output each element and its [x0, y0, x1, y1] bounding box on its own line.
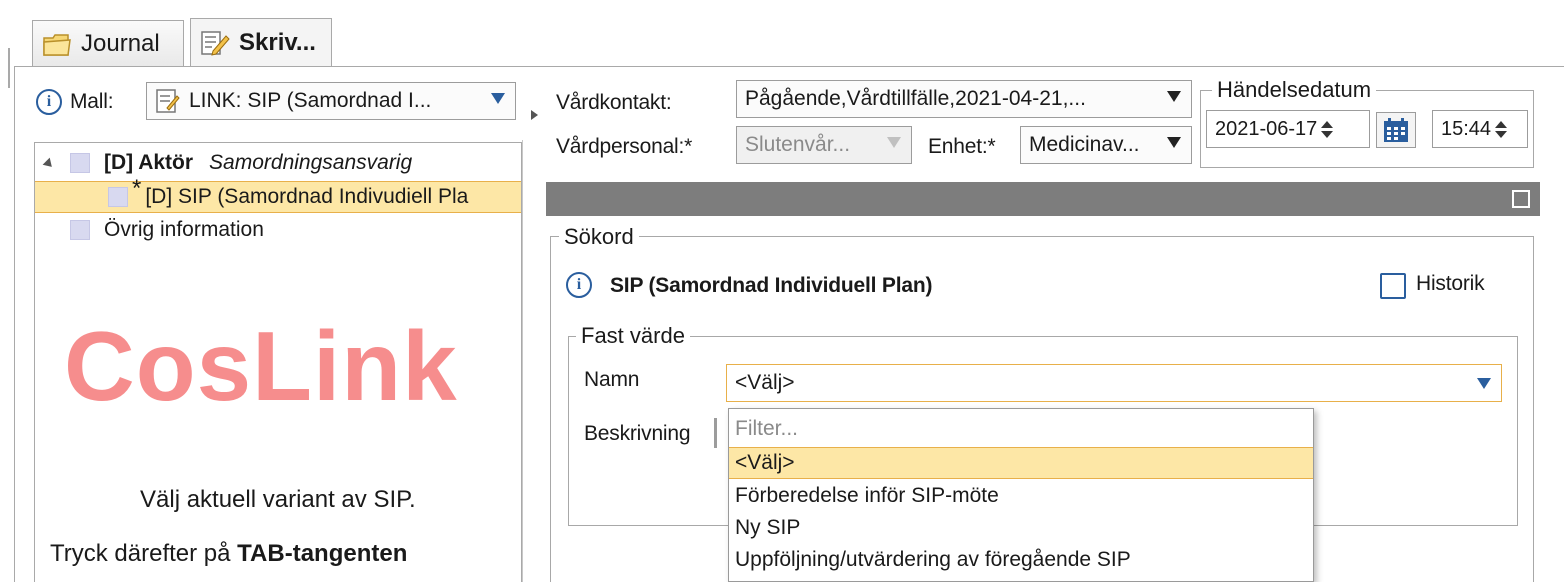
option-forberedelse[interactable]: Förberedelse inför SIP-möte [735, 484, 999, 508]
calendar-button[interactable] [1376, 112, 1416, 148]
chevron-down-icon [1477, 378, 1491, 389]
namn-value: <Välj> [735, 371, 795, 394]
splitter[interactable] [522, 140, 523, 582]
instruction-line-2: Tryck därefter på TAB-tangenten [50, 540, 407, 568]
node-square-icon [70, 220, 90, 240]
namn-label: Namn [584, 368, 640, 391]
tab-journal[interactable]: Journal [32, 20, 184, 66]
option-ny-sip[interactable]: Ny SIP [735, 516, 800, 540]
sokord-title: SIP (Samordnad Individuell Plan) [610, 274, 933, 297]
tree-item-aktor[interactable]: [D] Aktör Samordningsansvarig [70, 151, 412, 175]
enhet-select[interactable]: Medicinav... [1020, 126, 1192, 164]
date-value: 2021-06-17 [1215, 117, 1318, 140]
chevron-down-icon [887, 137, 901, 148]
node-square-icon [70, 153, 90, 173]
mall-value: LINK: SIP (Samordnad I... [189, 89, 432, 112]
sokord-legend: Sökord [559, 224, 639, 250]
mall-label: Mall: [70, 90, 114, 113]
tree-item-aktor-role: Samordningsansvarig [209, 151, 413, 174]
maximize-icon[interactable] [1512, 190, 1530, 208]
splitter-arrow-icon[interactable] [531, 110, 538, 120]
historik-label: Historik [1416, 272, 1485, 295]
template-document-icon [156, 89, 180, 113]
option-valj[interactable]: <Välj> [735, 451, 795, 475]
chevron-down-icon [1167, 91, 1181, 102]
instruction-line-1: Välj aktuell variant av SIP. [140, 486, 416, 513]
tab-skriv-label: Skriv... [239, 28, 316, 56]
beskrivning-field-edge [714, 418, 717, 448]
enhet-label: Enhet:* [928, 135, 996, 158]
tree-item-sip[interactable]: * [D] SIP (Samordnad Indivudiell Pla [108, 175, 469, 211]
section-header-bar [546, 182, 1540, 216]
vardkontakt-value: Pågående,Vårdtillfälle,2021-04-21,... [745, 87, 1086, 110]
vardpersonal-value: Slutenvår... [745, 133, 851, 156]
tree-item-ovrig-label: Övrig information [104, 218, 264, 241]
vardkontakt-select[interactable]: Pågående,Vårdtillfälle,2021-04-21,... [736, 80, 1192, 118]
chevron-down-icon [491, 93, 505, 104]
handelsedatum-legend: Händelsedatum [1212, 77, 1377, 103]
option-highlight [729, 447, 1313, 479]
tree-item-ovrig[interactable]: Övrig information [70, 218, 264, 242]
calendar-icon [1384, 118, 1408, 142]
write-note-icon [201, 30, 230, 56]
historik-checkbox[interactable] [1380, 273, 1406, 299]
option-uppfoljning[interactable]: Uppföljning/utvärdering av föregående SI… [735, 548, 1131, 572]
namn-dropdown-list: Filter... <Välj> Förberedelse inför SIP-… [728, 408, 1314, 582]
info-icon[interactable]: i [566, 272, 592, 298]
modified-asterisk: * [132, 175, 142, 202]
vardpersonal-label: Vårdpersonal:* [556, 135, 693, 158]
tab-journal-label: Journal [81, 29, 160, 57]
tree-item-aktor-label: [D] Aktör [104, 151, 194, 174]
time-value: 15:44 [1441, 117, 1492, 140]
info-icon[interactable]: i [36, 89, 62, 115]
window-edge [8, 48, 10, 88]
journal-folder-icon [43, 33, 71, 56]
time-spinner[interactable]: 15:44 [1432, 110, 1528, 148]
vardkontakt-label: Vårdkontakt: [556, 91, 672, 114]
spinner-arrows-icon[interactable] [1321, 120, 1334, 138]
tab-skriv[interactable]: Skriv... [190, 18, 332, 66]
watermark-logo: CosLink [64, 311, 458, 421]
namn-select[interactable]: <Välj> [726, 364, 1502, 402]
filter-input[interactable]: Filter... [735, 417, 798, 441]
chevron-down-icon [1167, 137, 1181, 148]
vardpersonal-select: Slutenvår... [736, 126, 912, 164]
node-square-icon [108, 187, 128, 207]
tree-item-sip-label: [D] SIP (Samordnad Indivudiell Pla [145, 185, 469, 208]
date-spinner[interactable]: 2021-06-17 [1206, 110, 1370, 148]
enhet-value: Medicinav... [1029, 133, 1140, 156]
fast-varde-legend: Fast värde [576, 323, 690, 349]
beskrivning-label: Beskrivning [584, 422, 691, 445]
mall-select[interactable]: LINK: SIP (Samordnad I... [146, 82, 516, 120]
instruction-key: TAB-tangenten [237, 540, 408, 567]
spinner-arrows-icon[interactable] [1495, 120, 1508, 138]
instruction-line-2-text: Tryck därefter på [50, 540, 238, 567]
